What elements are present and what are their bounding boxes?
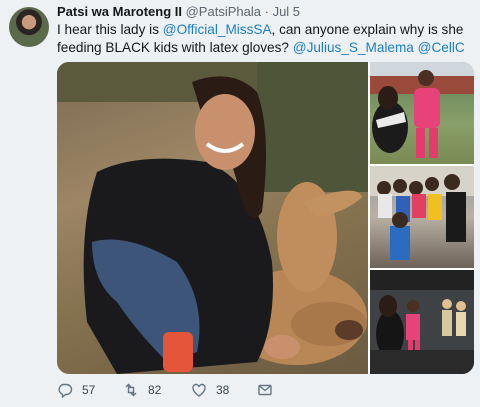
message-icon [257,382,273,398]
tweet-time[interactable]: Jul 5 [273,4,300,19]
photo-crowd-of-children-illustration [370,166,474,260]
tweet-media-grid [57,62,474,374]
photo-woman-with-child[interactable] [370,62,474,164]
avatar[interactable] [9,7,49,47]
tweet-text: I hear this lady is @Official_MissSA, ca… [57,21,475,57]
photo-crowd-of-children[interactable] [370,166,474,268]
like-count: 38 [216,383,230,397]
photo-woman-with-dog-illustration [57,62,368,374]
reply-button[interactable]: 57 [57,380,95,400]
photo-event-backdrop-illustration [370,270,474,374]
photo-woman-with-dog[interactable] [57,62,368,374]
author-name[interactable]: Patsi wa Maroteng II [57,4,182,19]
photo-event-backdrop[interactable] [370,270,474,374]
like-icon [191,382,207,398]
reply-count: 57 [82,383,96,397]
retweet-count: 82 [148,383,162,397]
time-separator: · [264,4,269,19]
author-handle[interactable]: @PatsiPhala [186,4,261,19]
retweet-button[interactable]: 82 [123,380,161,400]
tweet-text-part: I hear this lady is [57,22,163,37]
like-button[interactable]: 38 [191,380,229,400]
direct-message-button[interactable] [257,380,273,400]
tweet-header: Patsi wa Maroteng II @PatsiPhala · Jul 5 [57,4,300,20]
tweet-actions: 57 82 38 [57,380,477,400]
photo-woman-with-child-illustration [370,62,474,158]
tweet-card: Patsi wa Maroteng II @PatsiPhala · Jul 5… [0,0,480,407]
mention-julius-malema[interactable]: @Julius_S_Malema [293,40,414,55]
mention-official-misssa[interactable]: @Official_MissSA [163,22,272,37]
reply-icon [57,382,73,399]
mention-cellc[interactable]: @CellC [418,40,465,55]
retweet-icon [123,382,139,398]
